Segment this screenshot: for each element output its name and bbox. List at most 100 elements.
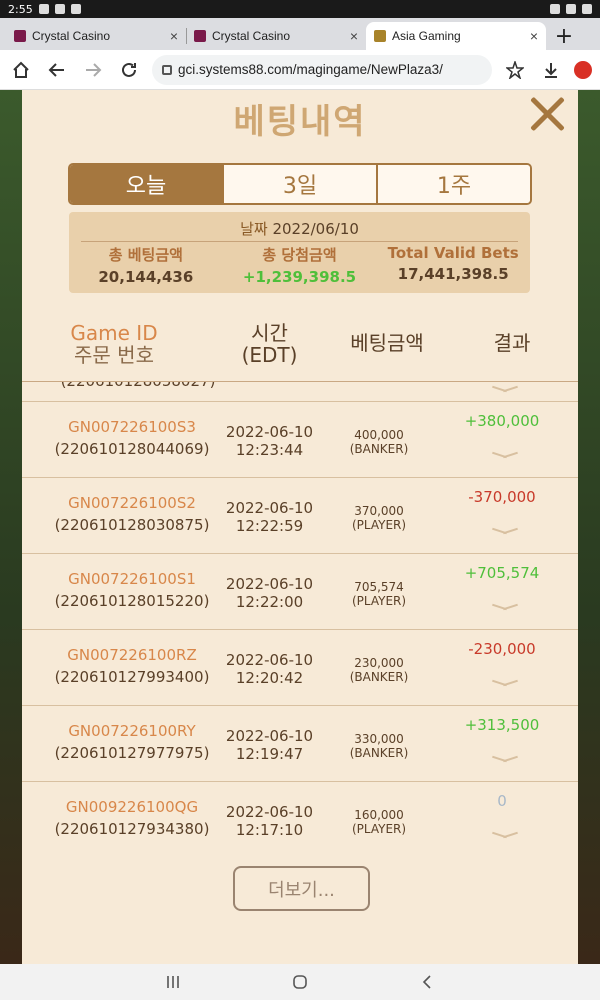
- star-icon: [506, 60, 524, 79]
- bet-list[interactable]: (220610128058027) GN007226100S3 (2206101…: [22, 381, 578, 856]
- game-id: GN009226100QG: [65, 798, 199, 816]
- chevron-down-icon[interactable]: [492, 384, 518, 394]
- summary-panel: 날짜 2022/06/10 총 베팅금액 20,144,436 총 당첨금액 +…: [69, 212, 530, 293]
- home-button[interactable]: [8, 57, 34, 83]
- table-row: GN007226100S1 (220610128015220) 2022-06-…: [22, 554, 578, 630]
- bet-date: 2022-06-10: [225, 499, 314, 517]
- game-id: GN007226100RY: [68, 722, 196, 740]
- tab-3days[interactable]: 3일: [222, 165, 376, 203]
- bet-side: (BANKER): [349, 442, 409, 456]
- status-time: 2:55: [8, 2, 33, 16]
- table-row: (220610128058027): [22, 382, 578, 402]
- order-number: (220610128030875): [54, 516, 210, 534]
- tab-title: Asia Gaming: [392, 29, 461, 43]
- url-text: gci.systems88.com/magingame/NewPlaza3/: [178, 62, 443, 77]
- bet-amount: 370,000: [354, 504, 404, 518]
- close-icon[interactable]: [528, 94, 566, 132]
- game-id-cell: GN007226100S3 (220610128044069): [36, 418, 228, 458]
- time-cell: 2022-06-10 12:19:47: [222, 727, 317, 763]
- reload-button[interactable]: [116, 57, 142, 83]
- order-number: (220610127977975): [54, 744, 210, 762]
- bet-time: 12:22:59: [235, 517, 304, 535]
- tab-close-icon[interactable]: ×: [170, 28, 178, 44]
- tab-close-icon[interactable]: ×: [350, 28, 358, 44]
- bet-amount: 330,000: [354, 732, 404, 746]
- tab-asia-gaming[interactable]: Asia Gaming ×: [366, 22, 546, 50]
- amount-cell: 370,000 (PLAYER): [334, 504, 424, 532]
- arrow-left-icon: [48, 62, 64, 77]
- game-id-cell: GN007226100S2 (220610128030875): [36, 494, 228, 534]
- chevron-down-icon[interactable]: [492, 754, 518, 764]
- header-result: 결과: [493, 331, 531, 355]
- table-row: GN007226100RZ (220610127993400) 2022-06-…: [22, 630, 578, 706]
- table-row: GN007226100S2 (220610128030875) 2022-06-…: [22, 478, 578, 554]
- header-time-label: 시간: [251, 321, 288, 345]
- back-button[interactable]: [44, 57, 70, 83]
- amount-cell: 705,574 (PLAYER): [334, 580, 424, 608]
- tab-today[interactable]: 오늘: [70, 165, 222, 203]
- home-nav-icon[interactable]: [291, 973, 309, 991]
- gallery-icon: [38, 4, 49, 14]
- tab-close-icon[interactable]: ×: [530, 28, 538, 44]
- order-number: (220610128058027): [60, 381, 216, 390]
- header-game-id-label: Game ID: [70, 321, 158, 345]
- back-nav-icon[interactable]: [419, 974, 435, 990]
- table-row: GN009226100QG (220610127934380) 2022-06-…: [22, 782, 578, 856]
- chevron-down-icon[interactable]: [492, 450, 518, 460]
- result-value: +380,000: [464, 412, 540, 430]
- result-value: -370,000: [468, 488, 536, 506]
- time-cell: 2022-06-10 12:17:10: [222, 803, 317, 839]
- tab-1week[interactable]: 1주: [376, 165, 530, 203]
- wifi-icon: [550, 4, 560, 14]
- total-bet: 총 베팅금액 20,144,436: [69, 244, 223, 286]
- tab-crystal-casino-1[interactable]: Crystal Casino ×: [6, 22, 186, 50]
- load-more-button[interactable]: 더보기...: [233, 866, 370, 911]
- modal-title: 베팅내역: [233, 102, 367, 142]
- download-button[interactable]: [538, 57, 564, 83]
- time-cell: 2022-06-10 12:22:59: [222, 499, 317, 535]
- home-icon: [13, 61, 29, 78]
- play-icon: [70, 4, 81, 14]
- bet-time: 12:20:42: [235, 669, 304, 687]
- bet-time: 12:22:00: [235, 593, 304, 611]
- forward-button[interactable]: [80, 57, 106, 83]
- amount-cell: 160,000 (PLAYER): [334, 808, 424, 836]
- game-id-cell: GN007226100RZ (220610127993400): [36, 646, 228, 686]
- tab-strip: Crystal Casino × Crystal Casino × Asia G…: [0, 18, 600, 50]
- extension-icon[interactable]: [574, 60, 592, 79]
- chevron-down-icon[interactable]: [492, 602, 518, 612]
- favicon-icon: [194, 30, 206, 42]
- bet-date: 2022-06-10: [225, 803, 314, 821]
- favicon-icon: [374, 30, 386, 42]
- chevron-down-icon[interactable]: [492, 830, 518, 840]
- date-value: 2022/06/10: [272, 220, 359, 238]
- header-time: 시간 (EDT): [222, 322, 317, 366]
- url-field[interactable]: gci.systems88.com/magingame/NewPlaza3/: [152, 54, 492, 85]
- chevron-down-icon[interactable]: [492, 678, 518, 688]
- tab-title: Crystal Casino: [212, 29, 291, 43]
- reload-icon: [122, 62, 136, 77]
- period-tabs: 오늘 3일 1주: [68, 163, 532, 205]
- bet-date: 2022-06-10: [225, 575, 314, 593]
- game-id-cell: GN007226100S1 (220610128015220): [36, 570, 228, 610]
- address-bar: gci.systems88.com/magingame/NewPlaza3/: [0, 50, 600, 90]
- bet-side: (BANKER): [349, 746, 409, 760]
- header-amount: 베팅금액: [350, 331, 424, 355]
- time-cell: 2022-06-10 12:22:00: [222, 575, 317, 611]
- time-cell: 2022-06-10 12:20:42: [222, 651, 317, 687]
- bet-time: 12:23:44: [235, 441, 304, 459]
- time-cell: 2022-06-10 12:23:44: [222, 423, 317, 459]
- recent-apps-icon[interactable]: [165, 974, 181, 990]
- game-id: GN007226100RZ: [67, 646, 197, 664]
- bet-side: (PLAYER): [351, 822, 407, 836]
- result-value: +705,574: [464, 564, 540, 582]
- tab-crystal-casino-2[interactable]: Crystal Casino ×: [186, 22, 366, 50]
- chevron-down-icon[interactable]: [492, 526, 518, 536]
- new-tab-button[interactable]: +: [550, 22, 578, 50]
- game-id-cell: GN007226100RY (220610127977975): [36, 722, 228, 762]
- total-valid-bets-label: Total Valid Bets: [387, 244, 519, 262]
- table-header: Game ID 주문 번호 시간 (EDT) 베팅금액 결과: [22, 322, 578, 378]
- bookmark-button[interactable]: [502, 57, 528, 83]
- order-number: (220610127993400): [54, 668, 210, 686]
- total-bet-label: 총 베팅금액: [108, 246, 183, 264]
